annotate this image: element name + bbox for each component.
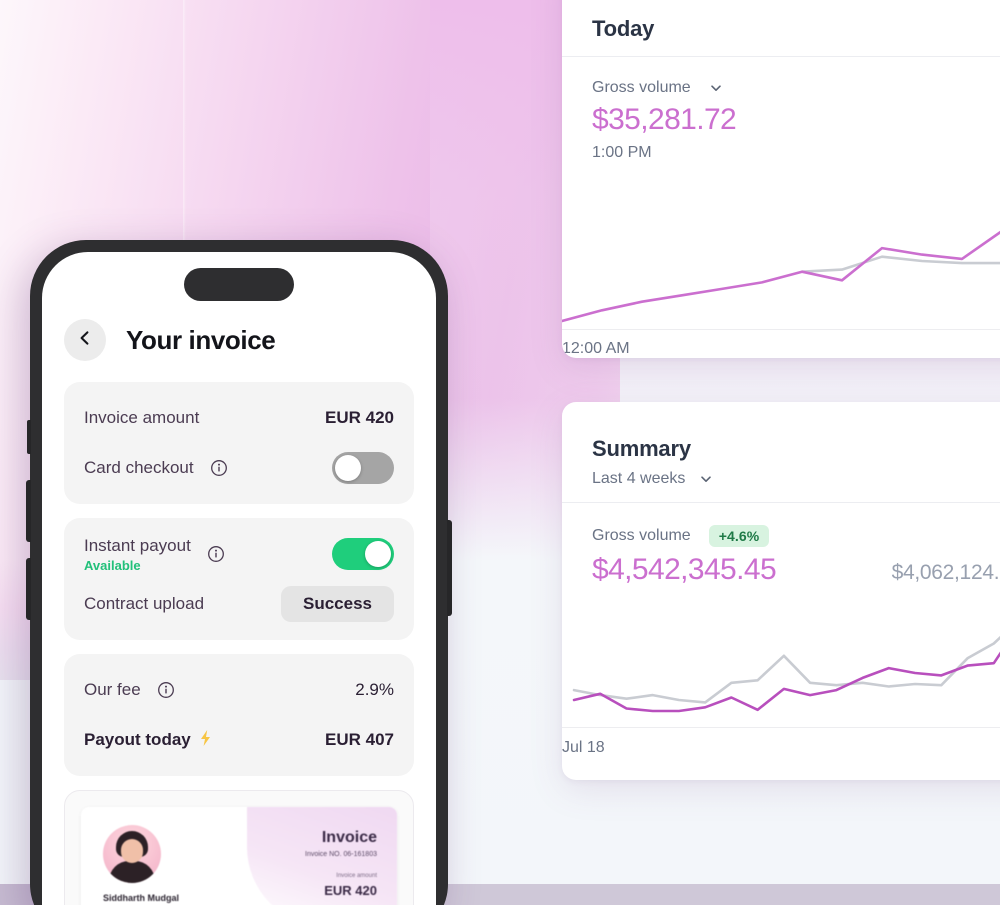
summary-range-selector[interactable]: Last 4 weeks (592, 470, 1000, 488)
summary-axis-line (562, 727, 1000, 728)
invoice-amount-label: Invoice amount (84, 408, 200, 427)
today-axis-start: 12:00 AM (562, 340, 630, 357)
row-card-checkout: Card checkout (84, 448, 394, 488)
instant-payout-status: Available (84, 557, 141, 573)
card-checkout-toggle[interactable] (332, 452, 394, 484)
phone-volume-down-button[interactable] (26, 558, 31, 620)
phone-power-button[interactable] (447, 520, 452, 616)
today-gross-volume-amount: $35,281.72 (592, 103, 737, 136)
toggle-knob (365, 541, 391, 567)
row-contract-upload: Contract upload Success (84, 584, 394, 624)
invoice-document: Siddharth Mudgal Siddharth Mudgal siddha… (81, 807, 397, 905)
invoice-screen: Your invoice Invoice amount EUR 420 Card… (42, 312, 436, 905)
card-checkout-label: Card checkout (84, 458, 194, 477)
summary-card-title: Summary (592, 436, 691, 461)
summary-card-body: Gross volume +4.6% $4,542,345.45 $4,062,… (562, 503, 1000, 780)
instant-payout-group: Instant payout Available Contract upload… (64, 518, 414, 640)
phone-mute-button[interactable] (27, 420, 31, 454)
today-chart (562, 217, 1000, 327)
summary-metric-row: Gross volume +4.6% (592, 525, 1000, 547)
summary-amount-row: $4,542,345.45 $4,062,124.33 (592, 553, 1000, 587)
dynamic-island (184, 268, 294, 301)
today-metric-selector[interactable]: Gross volume (592, 79, 1000, 97)
summary-range-label: Last 4 weeks (592, 470, 686, 487)
today-card-body: Gross volume $35,281.72 1:00 PM 12:00 AM (562, 57, 1000, 358)
chevron-down-icon[interactable] (709, 81, 723, 95)
invoice-amount-value: EUR 420 (325, 408, 394, 427)
row-our-fee: Our fee 2.9% (84, 670, 394, 710)
payout-today-label: Payout today (84, 730, 191, 749)
back-button[interactable] (64, 319, 106, 361)
invoice-doc-amount: EUR 420 (324, 883, 377, 898)
chevron-down-icon[interactable] (699, 472, 713, 486)
payout-today-value: EUR 407 (325, 730, 394, 749)
row-invoice-amount: Invoice amount EUR 420 (84, 398, 394, 438)
status-badge: +4.6% (708, 525, 770, 547)
instant-payout-toggle[interactable] (332, 538, 394, 570)
invoice-sender-name: Siddharth Mudgal (103, 893, 179, 903)
summary-card: Summary Last 4 weeks Gross volume +4.6% … (562, 402, 1000, 780)
instant-payout-label: Instant payout (84, 535, 191, 555)
today-amount-row: $35,281.72 (592, 103, 1000, 137)
fees-group: Our fee 2.9% Payout today EUR 407 (64, 654, 414, 776)
invoice-amount-label: Invoice amount (336, 873, 377, 879)
navigation-bar: Your invoice (64, 312, 414, 368)
phone-mockup: Your invoice Invoice amount EUR 420 Card… (26, 240, 452, 905)
info-icon[interactable] (210, 459, 228, 477)
summary-axis-labels: Jul 18 Aug 18 (562, 739, 1000, 757)
today-card: Today Gross volume $35,281.72 1:00 PM 12… (562, 0, 1000, 358)
contract-upload-label: Contract upload (84, 594, 205, 613)
phone-volume-up-button[interactable] (26, 480, 31, 542)
today-metric-label: Gross volume (592, 79, 691, 96)
today-card-title: Today (592, 16, 655, 41)
lightning-icon (198, 729, 213, 752)
today-axis-line (562, 329, 1000, 330)
chevron-left-icon (76, 329, 94, 352)
invoice-preview-card[interactable]: Siddharth Mudgal Siddharth Mudgal siddha… (64, 790, 414, 905)
our-fee-value: 2.9% (355, 680, 394, 699)
toggle-knob (335, 455, 361, 481)
summary-card-header: Summary Last 4 weeks (562, 402, 1000, 502)
invoice-doc-title: Invoice (321, 829, 377, 846)
summary-amount-current: $4,542,345.45 (592, 553, 777, 586)
today-axis-labels: 12:00 AM (562, 340, 1000, 358)
today-card-header: Today (562, 0, 1000, 56)
info-icon[interactable] (157, 681, 175, 699)
summary-metric-label: Gross volume (592, 527, 691, 544)
row-instant-payout: Instant payout Available (84, 534, 394, 574)
info-icon[interactable] (207, 545, 225, 563)
phone-screen: Your invoice Invoice amount EUR 420 Card… (42, 252, 436, 905)
summary-axis-start: Jul 18 (562, 739, 605, 756)
page-title: Your invoice (126, 324, 276, 355)
invoice-number: Invoice NO. 06-161803 (305, 851, 377, 858)
today-end-time: 1:00 PM (592, 144, 652, 161)
contract-upload-status-pill[interactable]: Success (281, 586, 394, 622)
invoice-amount-group: Invoice amount EUR 420 Card checkout (64, 382, 414, 504)
summary-amount-previous: $4,062,124.33 (891, 561, 1000, 584)
avatar (103, 825, 161, 883)
summary-chart (562, 605, 1000, 721)
our-fee-label: Our fee (84, 680, 141, 699)
row-payout-today: Payout today EUR 407 (84, 720, 394, 760)
